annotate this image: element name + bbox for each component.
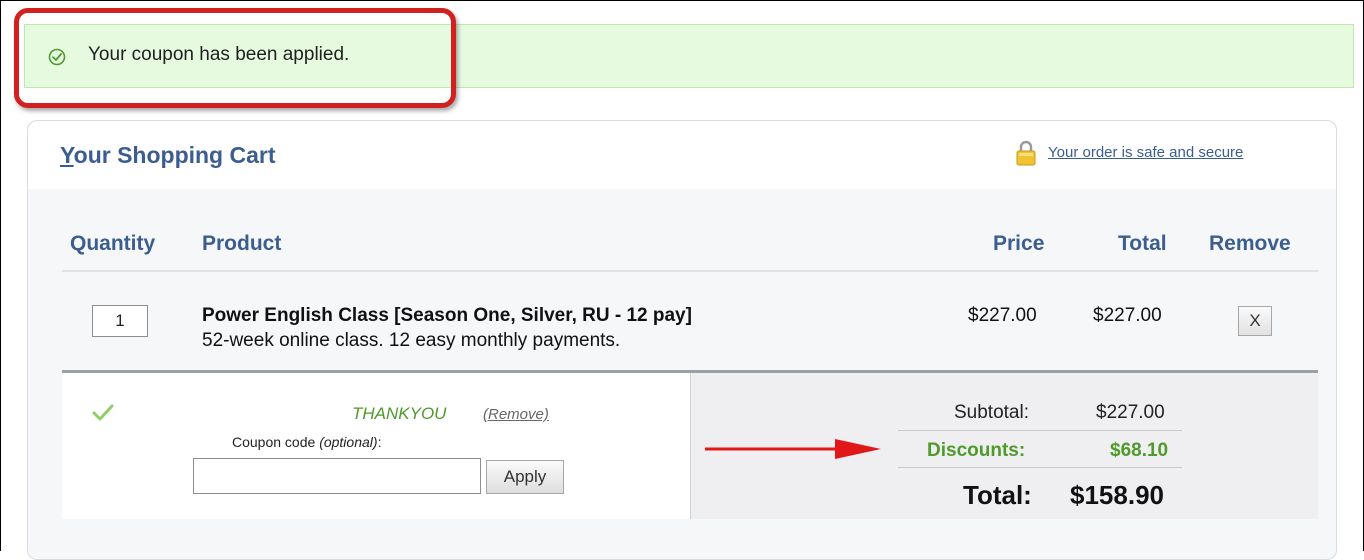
subtotal-value: $227.00 bbox=[1096, 402, 1165, 423]
checkmark-icon bbox=[92, 404, 114, 421]
summary-divider bbox=[898, 467, 1182, 468]
lock-icon bbox=[1016, 140, 1036, 166]
quantity-input[interactable]: 1 bbox=[92, 305, 148, 337]
apply-coupon-button[interactable]: Apply bbox=[486, 460, 564, 494]
item-price: $227.00 bbox=[968, 305, 1037, 326]
discount-value: $68.10 bbox=[1110, 440, 1169, 461]
grand-total-value: $158.90 bbox=[1070, 480, 1164, 510]
column-header-quantity: Quantity bbox=[70, 232, 156, 255]
coupon-label-colon: : bbox=[377, 434, 382, 450]
coupon-label-main: Coupon code bbox=[232, 434, 320, 450]
discount-label: Discounts: bbox=[927, 440, 1026, 461]
column-header-remove: Remove bbox=[1209, 232, 1291, 255]
item-total: $227.00 bbox=[1093, 305, 1162, 326]
summary-divider bbox=[898, 430, 1182, 431]
applied-coupon-code: THANKYOU bbox=[352, 404, 447, 423]
column-header-product: Product bbox=[202, 232, 282, 255]
remove-coupon-link[interactable]: (Remove) bbox=[483, 406, 549, 423]
arrow-right-icon bbox=[705, 439, 881, 459]
cart-title: Your Shopping Cart bbox=[60, 142, 276, 169]
column-header-total: Total bbox=[1118, 232, 1167, 255]
column-header-price: Price bbox=[993, 232, 1045, 255]
cart-title-rest: our Shopping Cart bbox=[73, 142, 276, 168]
header-divider bbox=[62, 270, 1318, 272]
remove-item-button[interactable]: X bbox=[1238, 306, 1272, 336]
coupon-code-input[interactable] bbox=[193, 458, 481, 494]
product-description: 52-week online class. 12 easy monthly pa… bbox=[202, 330, 621, 351]
subtotal-label: Subtotal: bbox=[954, 402, 1029, 423]
secure-order-link[interactable]: Your order is safe and secure bbox=[1048, 144, 1243, 161]
product-name: Power English Class [Season One, Silver,… bbox=[202, 305, 692, 326]
grand-total-label: Total: bbox=[963, 480, 1032, 510]
coupon-label-optional: (optional) bbox=[319, 434, 378, 450]
coupon-code-label: Coupon code (optional): bbox=[232, 434, 381, 450]
cart-title-accesskey: Y bbox=[60, 142, 74, 168]
annotation-highlight-box bbox=[14, 8, 456, 108]
